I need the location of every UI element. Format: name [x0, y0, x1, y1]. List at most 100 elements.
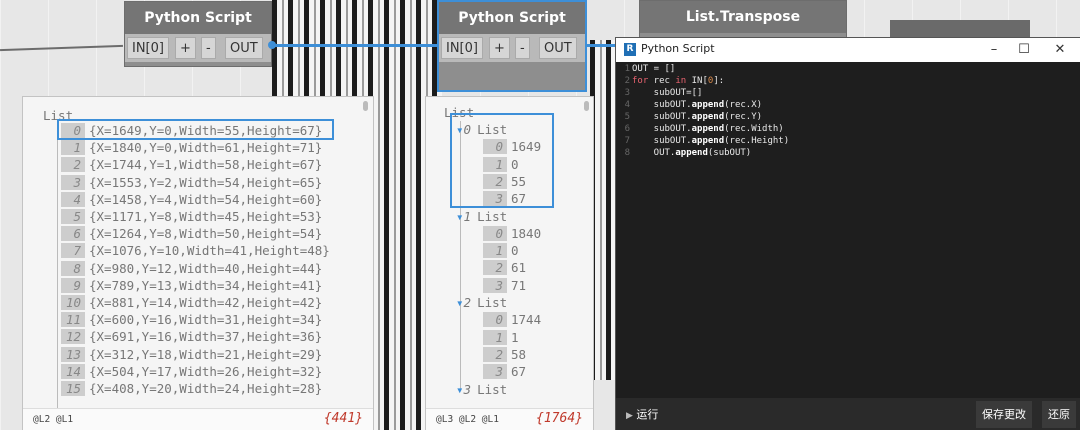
- node-title: Python Script: [439, 2, 585, 34]
- code-line: OUT.append(subOUT): [632, 148, 752, 158]
- add-input-button[interactable]: +: [489, 37, 510, 59]
- item-index: 2: [61, 157, 85, 173]
- list-item: 5 {X=1171,Y=8,Width=45,Height=53}: [61, 208, 322, 225]
- item-index: 9: [61, 277, 85, 293]
- sublist-label: List: [477, 208, 508, 224]
- expand-arrow-icon[interactable]: ▾: [456, 209, 464, 224]
- item-value: {X=312,Y=18,Width=21,Height=29}: [89, 346, 323, 362]
- item-index: 4: [61, 191, 85, 207]
- graph-canvas[interactable]: Python Script IN[0] + - OUT Python Scrip…: [0, 0, 1080, 430]
- list-item: 10 {X=881,Y=14,Width=42,Height=42}: [61, 294, 322, 311]
- list-levels: @L3 @L2 @L1: [436, 414, 499, 425]
- item-value: {X=980,Y=12,Width=40,Height=44}: [89, 260, 323, 276]
- sublist-header[interactable]: ▾3 List: [456, 381, 507, 398]
- output-port[interactable]: OUT: [225, 37, 263, 59]
- scrollbar[interactable]: [584, 101, 589, 111]
- list-item: 2 61: [483, 259, 526, 276]
- item-index: 10: [61, 295, 85, 310]
- code-line: subOUT.append(rec.Width): [632, 124, 784, 134]
- code-area[interactable]: 1 OUT = [] 2 for rec in IN[0]: 3 subOUT=…: [616, 62, 1080, 380]
- input-port[interactable]: IN[0]: [441, 37, 483, 59]
- list-levels: @L2 @L1: [33, 414, 74, 425]
- list-item: 3 67: [483, 363, 526, 380]
- output-port[interactable]: OUT: [539, 37, 577, 59]
- list-item: 3 71: [483, 277, 526, 294]
- list-item: 2 {X=1744,Y=1,Width=58,Height=67}: [61, 156, 322, 173]
- editor-titlebar[interactable]: R Python Script – ☐ ✕: [616, 38, 1080, 62]
- item-index: 1: [483, 329, 507, 345]
- wire-left-to-mid: [272, 44, 438, 47]
- output-connector[interactable]: [268, 41, 276, 49]
- item-index: 8: [61, 260, 85, 276]
- python-script-editor[interactable]: R Python Script – ☐ ✕ 1 OUT = [] 2 for r…: [615, 37, 1080, 430]
- highlight-box: [450, 113, 554, 208]
- highlight-box: [57, 119, 334, 140]
- item-index: 2: [483, 260, 507, 276]
- close-button[interactable]: ✕: [1050, 40, 1070, 60]
- python-script-icon: R: [624, 43, 636, 56]
- list-item: 0 1840: [483, 225, 541, 242]
- scrollbar[interactable]: [363, 101, 368, 111]
- item-index: 0: [483, 312, 507, 328]
- item-count: {441}: [323, 411, 363, 426]
- item-index: 12: [61, 329, 85, 345]
- remove-input-button[interactable]: -: [201, 37, 216, 59]
- list-item: 11 {X=600,Y=16,Width=31,Height=34}: [61, 311, 322, 328]
- list-item: 15 {X=408,Y=20,Width=24,Height=28}: [61, 380, 322, 397]
- item-value: {X=1744,Y=1,Width=58,Height=67}: [89, 157, 323, 173]
- item-value: {X=1840,Y=0,Width=61,Height=71}: [89, 140, 323, 156]
- minimize-button[interactable]: –: [984, 40, 1004, 60]
- python-script-node-left[interactable]: Python Script IN[0] + - OUT: [124, 1, 272, 67]
- expand-arrow-icon[interactable]: ▾: [456, 382, 464, 397]
- preview-bubble-left[interactable]: List 0 {X=1649,Y=0,Width=55,Height=67} 1 {X…: [22, 96, 374, 430]
- item-value: 1744: [511, 312, 542, 328]
- item-value: {X=1553,Y=2,Width=54,Height=65}: [89, 174, 323, 190]
- remove-input-button[interactable]: -: [515, 37, 530, 59]
- list-item: 4 {X=1458,Y=4,Width=54,Height=60}: [61, 191, 322, 208]
- item-index: 0: [483, 225, 507, 241]
- node-title: Python Script: [125, 2, 271, 34]
- list-item: 3 {X=1553,Y=2,Width=54,Height=65}: [61, 174, 322, 191]
- item-value: {X=504,Y=17,Width=26,Height=32}: [89, 363, 323, 379]
- item-value: 1840: [511, 225, 542, 241]
- maximize-button[interactable]: ☐: [1014, 40, 1034, 60]
- list-item: 6 {X=1264,Y=8,Width=50,Height=54}: [61, 225, 322, 242]
- input-wire: [0, 44, 123, 52]
- sublist-header[interactable]: ▾1 List: [456, 208, 507, 225]
- code-line: subOUT.append(rec.X): [632, 100, 763, 110]
- item-value: 58: [511, 346, 527, 362]
- sublist-index: 1: [463, 208, 472, 224]
- sublist-header[interactable]: ▾2 List: [456, 294, 507, 311]
- item-value: 61: [511, 260, 527, 276]
- item-index: 5: [61, 209, 85, 224]
- tree-line: [57, 123, 58, 413]
- run-button[interactable]: ▶ 运行: [620, 401, 664, 428]
- run-icon: ▶: [626, 411, 633, 421]
- list-item: 12 {X=691,Y=16,Width=37,Height=36}: [61, 328, 322, 345]
- item-value: {X=789,Y=13,Width=34,Height=41}: [89, 277, 323, 293]
- item-index: 13: [61, 346, 85, 362]
- add-input-button[interactable]: +: [175, 37, 196, 59]
- node-title: List.Transpose: [640, 1, 846, 33]
- run-label: 运行: [636, 408, 659, 421]
- code-line: for rec in IN[0]:: [632, 76, 725, 86]
- item-index: 2: [483, 346, 507, 362]
- python-script-node-mid[interactable]: Python Script IN[0] + - OUT: [437, 0, 587, 92]
- item-value: {X=600,Y=16,Width=31,Height=34}: [89, 312, 323, 328]
- revert-button[interactable]: 还原: [1042, 401, 1076, 428]
- item-value: 0: [511, 243, 519, 259]
- list-transpose-node[interactable]: List.Transpose: [639, 0, 847, 40]
- list-item: 14 {X=504,Y=17,Width=26,Height=32}: [61, 363, 322, 380]
- list-item: 11: [483, 329, 519, 346]
- item-value: {X=1458,Y=4,Width=54,Height=60}: [89, 191, 323, 207]
- item-value: {X=691,Y=16,Width=37,Height=36}: [89, 329, 323, 345]
- expand-arrow-icon[interactable]: ▾: [456, 295, 464, 310]
- item-index: 3: [61, 174, 85, 190]
- save-changes-button[interactable]: 保存更改: [976, 401, 1032, 428]
- input-port[interactable]: IN[0]: [127, 37, 169, 59]
- item-value: {X=1264,Y=8,Width=50,Height=54}: [89, 226, 323, 242]
- item-value: {X=881,Y=14,Width=42,Height=42}: [89, 295, 323, 310]
- item-index: 15: [61, 381, 85, 396]
- item-index: 6: [61, 226, 85, 242]
- item-index: 7: [61, 243, 85, 259]
